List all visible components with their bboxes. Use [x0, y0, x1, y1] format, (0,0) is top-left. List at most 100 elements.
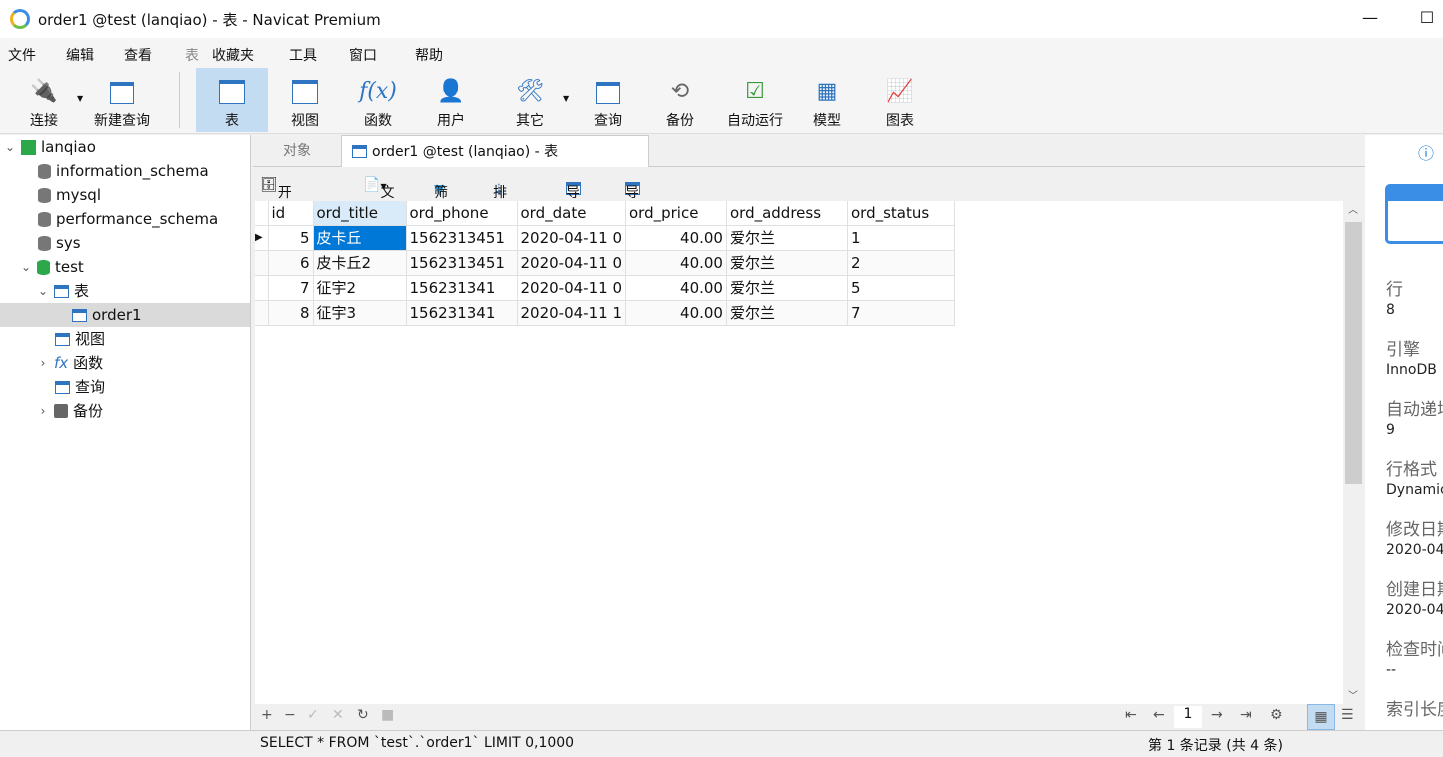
tree-db-sys[interactable]: sys — [38, 231, 81, 255]
cell-ord-date[interactable]: 2020-04-11 0 — [517, 275, 626, 301]
next-page-button[interactable]: → — [1211, 707, 1223, 723]
minimize-button[interactable]: — — [1355, 8, 1385, 27]
connect-dropdown-icon[interactable]: ▼ — [77, 94, 83, 103]
apply-button[interactable]: ✓ — [307, 707, 319, 723]
cell-ord-address[interactable]: 爱尔兰 — [726, 300, 848, 326]
cell-ord-title[interactable]: 皮卡丘2 — [313, 250, 407, 276]
maximize-button[interactable]: ☐ — [1412, 8, 1442, 27]
cell-ord-address[interactable]: 爱尔兰 — [726, 250, 848, 276]
tree-db-information-schema[interactable]: information_schema — [38, 159, 209, 183]
cell-ord-phone[interactable]: 156231341 — [406, 300, 518, 326]
others-dropdown-icon[interactable]: ▼ — [563, 94, 569, 103]
cell-ord-title[interactable]: 征宇3 — [313, 300, 407, 326]
cell-ord-title[interactable]: 皮卡丘 — [313, 225, 407, 251]
cell-ord-price[interactable]: 40.00 — [625, 250, 727, 276]
table-row[interactable]: ▶ 5 皮卡丘 1562313451 2020-04-11 0 40.00 爱尔兰 1 — [255, 225, 955, 251]
row-indicator[interactable] — [255, 250, 269, 276]
menu-edit[interactable]: 编辑 — [66, 45, 94, 65]
prev-page-button[interactable]: ← — [1153, 707, 1165, 723]
cell-ord-price[interactable]: 40.00 — [625, 225, 727, 251]
delete-record-button[interactable]: − — [284, 707, 296, 723]
add-record-button[interactable]: + — [261, 707, 273, 723]
cell-ord-phone[interactable]: 1562313451 — [406, 225, 518, 251]
last-page-button[interactable]: ⇥ — [1240, 707, 1252, 723]
tree-group-backups[interactable]: › 备份 — [37, 399, 103, 423]
others-button[interactable]: 🛠 其它 — [494, 68, 566, 132]
column-header-ord-address[interactable]: ord_address — [726, 201, 848, 226]
refresh-button[interactable]: ↻ — [357, 707, 369, 723]
table-row[interactable]: 6 皮卡丘2 1562313451 2020-04-11 0 40.00 爱尔兰 2 — [255, 250, 955, 276]
user-button[interactable]: 👤 用户 — [415, 68, 487, 132]
column-header-ord-status[interactable]: ord_status — [847, 201, 955, 226]
text-button[interactable]: 📄 文本 ▼ — [363, 177, 394, 221]
menu-tools[interactable]: 工具 — [289, 45, 317, 65]
menu-help[interactable]: 帮助 — [415, 45, 443, 65]
form-view-button[interactable]: ☰ — [1341, 707, 1354, 723]
cell-id[interactable]: 5 — [268, 225, 314, 251]
tree-group-functions[interactable]: › fx 函数 — [37, 351, 104, 375]
chart-button[interactable]: 📈 图表 — [864, 68, 936, 132]
row-indicator[interactable]: ▶ — [255, 225, 269, 251]
cell-ord-address[interactable]: 爱尔兰 — [726, 275, 848, 301]
cell-ord-phone[interactable]: 1562313451 — [406, 250, 518, 276]
cell-ord-status[interactable]: 7 — [847, 300, 955, 326]
table-button[interactable]: 表 — [196, 68, 268, 132]
cell-id[interactable]: 6 — [268, 250, 314, 276]
tree-group-tables[interactable]: ⌄ 表 — [37, 279, 89, 303]
tree-db-test[interactable]: ⌄ test — [20, 255, 84, 279]
grid-view-button[interactable]: ▦ — [1307, 704, 1335, 730]
menu-file[interactable]: 文件 — [8, 45, 36, 65]
cell-ord-phone[interactable]: 156231341 — [406, 275, 518, 301]
column-header-ord-price[interactable]: ord_price — [625, 201, 727, 226]
cell-ord-date[interactable]: 2020-04-11 0 — [517, 225, 626, 251]
menu-favorites[interactable]: 收藏夹 — [212, 45, 254, 65]
view-button[interactable]: 视图 — [269, 68, 341, 132]
tree-group-views[interactable]: 视图 — [55, 327, 105, 351]
cell-ord-date[interactable]: 2020-04-11 1 — [517, 300, 626, 326]
info-icon[interactable]: ⓘ — [1418, 140, 1434, 164]
automation-button[interactable]: ☑ 自动运行 — [718, 68, 792, 132]
tree-table-order1[interactable]: order1 — [0, 303, 250, 327]
menu-table[interactable]: 表 — [185, 45, 199, 65]
discard-button[interactable]: ✕ — [332, 707, 344, 723]
function-button[interactable]: f(x) 函数 — [342, 68, 414, 132]
cell-id[interactable]: 8 — [268, 300, 314, 326]
menu-window[interactable]: 窗口 — [349, 45, 377, 65]
row-indicator[interactable] — [255, 275, 269, 301]
row-indicator[interactable] — [255, 300, 269, 326]
tree-db-mysql[interactable]: mysql — [38, 183, 101, 207]
cell-ord-address[interactable]: 爱尔兰 — [726, 225, 848, 251]
column-header-ord-title[interactable]: ord_title — [313, 201, 407, 226]
tree-group-queries[interactable]: 查询 — [55, 375, 105, 399]
column-header-ord-phone[interactable]: ord_phone — [406, 201, 518, 226]
scrollbar-thumb[interactable] — [1345, 222, 1362, 484]
model-button[interactable]: ▦ 模型 — [791, 68, 863, 132]
begin-transaction-button[interactable]: 🗄开始事务 — [260, 177, 292, 261]
query-button[interactable]: 查询 — [572, 68, 644, 132]
new-query-button[interactable]: 新建查询 — [86, 68, 158, 132]
cell-ord-status[interactable]: 2 — [847, 250, 955, 276]
column-header-ord-date[interactable]: ord_date — [517, 201, 626, 226]
cell-ord-price[interactable]: 40.00 — [625, 300, 727, 326]
table-row[interactable]: 8 征宇3 156231341 2020-04-11 1 40.00 爱尔兰 7 — [255, 300, 955, 326]
menu-view[interactable]: 查看 — [124, 45, 152, 65]
tree-db-performance-schema[interactable]: performance_schema — [38, 207, 218, 231]
connect-button[interactable]: 🔌 连接 — [8, 68, 80, 132]
view-icon — [269, 68, 341, 104]
cell-ord-date[interactable]: 2020-04-11 0 — [517, 250, 626, 276]
backup-button[interactable]: ⟲ 备份 — [644, 68, 716, 132]
column-header-id[interactable]: id — [268, 201, 314, 226]
stop-button[interactable]: ■ — [381, 707, 394, 723]
tree-connection-lanqiao[interactable]: ⌄ lanqiao — [4, 135, 96, 159]
page-number-input[interactable]: 1 — [1174, 706, 1202, 728]
table-row[interactable]: 7 征宇2 156231341 2020-04-11 0 40.00 爱尔兰 5 — [255, 275, 955, 301]
cell-ord-status[interactable]: 5 — [847, 275, 955, 301]
cell-ord-price[interactable]: 40.00 — [625, 275, 727, 301]
tab-order1-table[interactable]: order1 @test (lanqiao) - 表 — [341, 135, 649, 167]
cell-id[interactable]: 7 — [268, 275, 314, 301]
tab-objects[interactable]: 对象 — [253, 135, 341, 167]
first-page-button[interactable]: ⇤ — [1125, 707, 1137, 723]
cell-ord-title[interactable]: 征宇2 — [313, 275, 407, 301]
settings-icon[interactable]: ⚙ — [1270, 707, 1283, 723]
cell-ord-status[interactable]: 1 — [847, 225, 955, 251]
